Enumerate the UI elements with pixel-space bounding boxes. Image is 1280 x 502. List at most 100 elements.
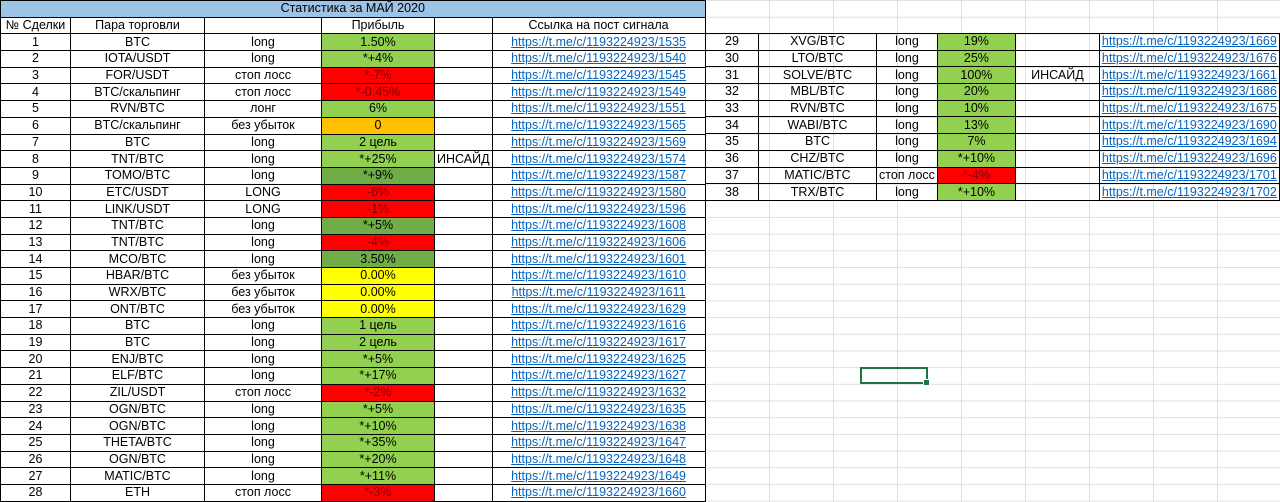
note-cell[interactable] xyxy=(1014,183,1100,201)
pair-cell[interactable]: BTC xyxy=(70,133,205,152)
trade-number-cell[interactable]: 18 xyxy=(0,317,71,335)
signal-link-cell[interactable]: https://t.me/c/1193224923/1686 xyxy=(1098,83,1280,101)
trade-number-cell[interactable]: 6 xyxy=(0,116,71,135)
signal-link-cell[interactable]: https://t.me/c/1193224923/1569 xyxy=(491,133,706,152)
signal-link-cell[interactable]: https://t.me/c/1193224923/1617 xyxy=(491,333,706,352)
signal-link-cell[interactable]: https://t.me/c/1193224923/1535 xyxy=(491,33,706,52)
note-cell[interactable] xyxy=(1014,149,1100,168)
trade-number-cell[interactable]: 17 xyxy=(0,300,71,319)
note-cell[interactable] xyxy=(434,66,493,85)
pair-cell[interactable]: TNT/BTC xyxy=(70,216,205,235)
position-type-cell[interactable]: long xyxy=(876,33,938,51)
pair-cell[interactable]: TNT/BTC xyxy=(70,233,205,252)
profit-cell[interactable]: *-3% xyxy=(321,483,435,502)
position-type-cell[interactable]: long xyxy=(876,183,938,201)
position-type-cell[interactable]: лонг xyxy=(204,100,322,118)
note-cell[interactable] xyxy=(434,433,493,452)
trade-number-cell[interactable]: 35 xyxy=(705,133,759,151)
position-type-cell[interactable]: long xyxy=(204,417,322,435)
position-type-cell[interactable]: long xyxy=(204,50,322,68)
trade-number-cell[interactable]: 34 xyxy=(705,116,759,135)
profit-cell[interactable]: *-7% xyxy=(321,66,435,85)
position-type-cell[interactable]: long xyxy=(204,317,322,335)
note-cell[interactable] xyxy=(434,317,493,335)
position-type-cell[interactable]: long xyxy=(204,350,322,369)
signal-link-cell[interactable]: https://t.me/c/1193224923/1587 xyxy=(491,166,706,185)
note-cell[interactable] xyxy=(434,450,493,469)
pair-cell[interactable]: BTC/скальпинг xyxy=(70,83,205,102)
profit-cell[interactable]: 100% xyxy=(936,66,1016,85)
pair-cell[interactable]: ELF/BTC xyxy=(70,367,205,385)
profit-cell[interactable]: *+10% xyxy=(321,417,435,435)
note-cell[interactable] xyxy=(434,400,493,419)
trade-number-cell[interactable]: 5 xyxy=(0,100,71,118)
profit-cell[interactable]: 2 цель xyxy=(321,333,435,352)
profit-cell[interactable]: 3.50% xyxy=(321,250,435,268)
signal-link-cell[interactable]: https://t.me/c/1193224923/1627 xyxy=(491,367,706,385)
note-cell[interactable] xyxy=(434,83,493,102)
position-type-cell[interactable]: long xyxy=(204,216,322,235)
note-cell[interactable] xyxy=(434,250,493,268)
fill-handle[interactable] xyxy=(923,379,930,386)
trade-number-cell[interactable]: 36 xyxy=(705,149,759,168)
signal-link-cell[interactable]: https://t.me/c/1193224923/1649 xyxy=(491,467,706,485)
note-cell[interactable] xyxy=(1014,166,1100,185)
profit-cell[interactable]: *+17% xyxy=(321,367,435,385)
signal-link-cell[interactable]: https://t.me/c/1193224923/1616 xyxy=(491,317,706,335)
note-cell[interactable]: ИНСАЙД xyxy=(1014,66,1100,85)
profit-cell[interactable]: 0 xyxy=(321,116,435,135)
position-type-cell[interactable]: стоп лосс xyxy=(204,383,322,402)
profit-cell[interactable]: *-2% xyxy=(321,383,435,402)
pair-cell[interactable]: THETA/BTC xyxy=(70,433,205,452)
trade-number-cell[interactable]: 22 xyxy=(0,383,71,402)
note-cell[interactable] xyxy=(434,267,493,285)
pair-cell[interactable]: MBL/BTC xyxy=(758,83,877,101)
profit-cell[interactable]: *+25% xyxy=(321,150,435,168)
trade-number-cell[interactable]: 2 xyxy=(0,50,71,68)
profit-cell[interactable]: 0.00% xyxy=(321,300,435,319)
trade-number-cell[interactable]: 3 xyxy=(0,66,71,85)
position-type-cell[interactable]: long xyxy=(876,99,938,118)
trade-number-cell[interactable]: 12 xyxy=(0,216,71,235)
pair-cell[interactable]: SOLVE/BTC xyxy=(758,66,877,85)
profit-cell[interactable]: 13% xyxy=(936,116,1016,135)
position-type-cell[interactable]: стоп лосс xyxy=(204,66,322,85)
trade-number-cell[interactable]: 23 xyxy=(0,400,71,419)
pair-cell[interactable]: OGN/BTC xyxy=(70,400,205,419)
note-cell[interactable] xyxy=(434,417,493,435)
note-cell[interactable] xyxy=(434,333,493,352)
signal-link-cell[interactable]: https://t.me/c/1193224923/1549 xyxy=(491,83,706,102)
profit-cell[interactable]: *+10% xyxy=(936,149,1016,168)
signal-link-cell[interactable]: https://t.me/c/1193224923/1660 xyxy=(491,483,706,502)
position-type-cell[interactable]: long xyxy=(204,433,322,452)
signal-link-cell[interactable]: https://t.me/c/1193224923/1565 xyxy=(491,116,706,135)
trade-number-cell[interactable]: 11 xyxy=(0,200,71,218)
profit-cell[interactable]: *-0.45% xyxy=(321,83,435,102)
header-link[interactable]: Ссылка на пост сигнала xyxy=(491,16,706,35)
trade-number-cell[interactable]: 1 xyxy=(0,33,71,52)
signal-link-cell[interactable]: https://t.me/c/1193224923/1661 xyxy=(1098,66,1280,85)
signal-link-cell[interactable]: https://t.me/c/1193224923/1694 xyxy=(1098,133,1280,151)
header-pair[interactable]: Пара торговли xyxy=(70,16,205,35)
pair-cell[interactable]: BTC/скальпинг xyxy=(70,116,205,135)
signal-link-cell[interactable]: https://t.me/c/1193224923/1702 xyxy=(1098,183,1280,201)
signal-link-cell[interactable]: https://t.me/c/1193224923/1625 xyxy=(491,350,706,369)
signal-link-cell[interactable]: https://t.me/c/1193224923/1601 xyxy=(491,250,706,268)
profit-cell[interactable]: 6% xyxy=(321,100,435,118)
note-cell[interactable] xyxy=(434,350,493,369)
pair-cell[interactable]: BTC xyxy=(758,133,877,151)
profit-cell[interactable]: *+5% xyxy=(321,350,435,369)
signal-link-cell[interactable]: https://t.me/c/1193224923/1596 xyxy=(491,200,706,218)
position-type-cell[interactable]: long xyxy=(204,150,322,168)
pair-cell[interactable]: ONT/BTC xyxy=(70,300,205,319)
profit-cell[interactable]: 2 цель xyxy=(321,133,435,152)
profit-cell[interactable]: *+20% xyxy=(321,450,435,469)
header-type[interactable] xyxy=(204,16,322,35)
pair-cell[interactable]: BTC xyxy=(70,317,205,335)
position-type-cell[interactable]: long xyxy=(876,133,938,151)
position-type-cell[interactable]: long xyxy=(204,250,322,268)
profit-cell[interactable]: -1% xyxy=(321,200,435,218)
position-type-cell[interactable]: long xyxy=(204,233,322,252)
note-cell[interactable] xyxy=(434,233,493,252)
signal-link-cell[interactable]: https://t.me/c/1193224923/1551 xyxy=(491,100,706,118)
